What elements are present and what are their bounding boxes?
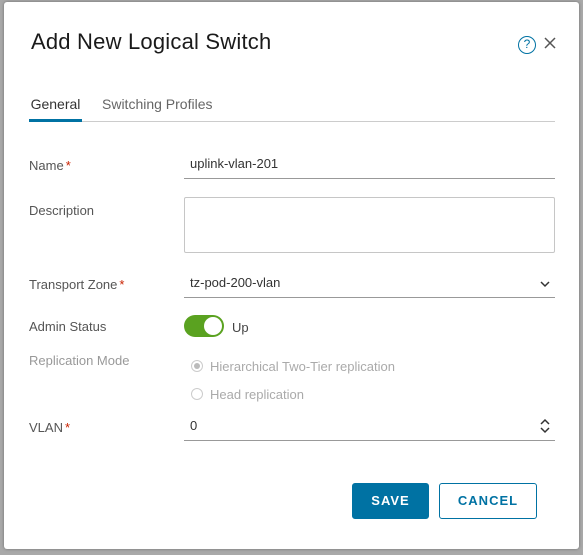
chevron-down-icon [540,281,550,288]
save-button[interactable]: SAVE [352,483,429,519]
name-label: Name * [29,158,71,173]
admin-status-value: Up [232,320,249,335]
vlan-input-value: 0 [190,418,198,433]
replication-mode-label: Replication Mode [29,353,130,368]
dialog-title: Add New Logical Switch [31,29,272,54]
spinner-arrows-icon[interactable] [539,417,551,435]
toggle-knob [204,317,222,335]
vlan-input[interactable]: 0 [184,413,555,441]
tab-switching-profiles[interactable]: Switching Profiles [102,96,213,122]
description-textarea[interactable] [184,197,555,253]
add-logical-switch-dialog: Add New Logical Switch ? General Switchi… [4,2,579,549]
vlan-label: VLAN * [29,420,71,435]
transport-zone-select[interactable]: tz-pod-200-vlan [184,270,555,298]
name-input-value: uplink-vlan-201 [190,156,279,171]
help-icon[interactable]: ? [518,36,536,54]
tab-general[interactable]: General [29,96,82,122]
name-input[interactable]: uplink-vlan-201 [184,151,555,179]
radio-head-replication-label: Head replication [210,387,304,402]
tab-bar: General Switching Profiles [29,96,555,122]
radio-hierarchical-two-tier[interactable] [191,360,203,372]
transport-zone-label: Transport Zone * [29,277,125,292]
description-label: Description [29,203,95,218]
radio-hierarchical-two-tier-label: Hierarchical Two-Tier replication [210,359,395,374]
admin-status-toggle[interactable] [184,315,224,337]
cancel-button[interactable]: CANCEL [439,483,537,519]
close-icon[interactable] [542,35,558,51]
admin-status-label: Admin Status [29,319,107,334]
transport-zone-value: tz-pod-200-vlan [190,275,281,290]
radio-head-replication[interactable] [191,388,203,400]
